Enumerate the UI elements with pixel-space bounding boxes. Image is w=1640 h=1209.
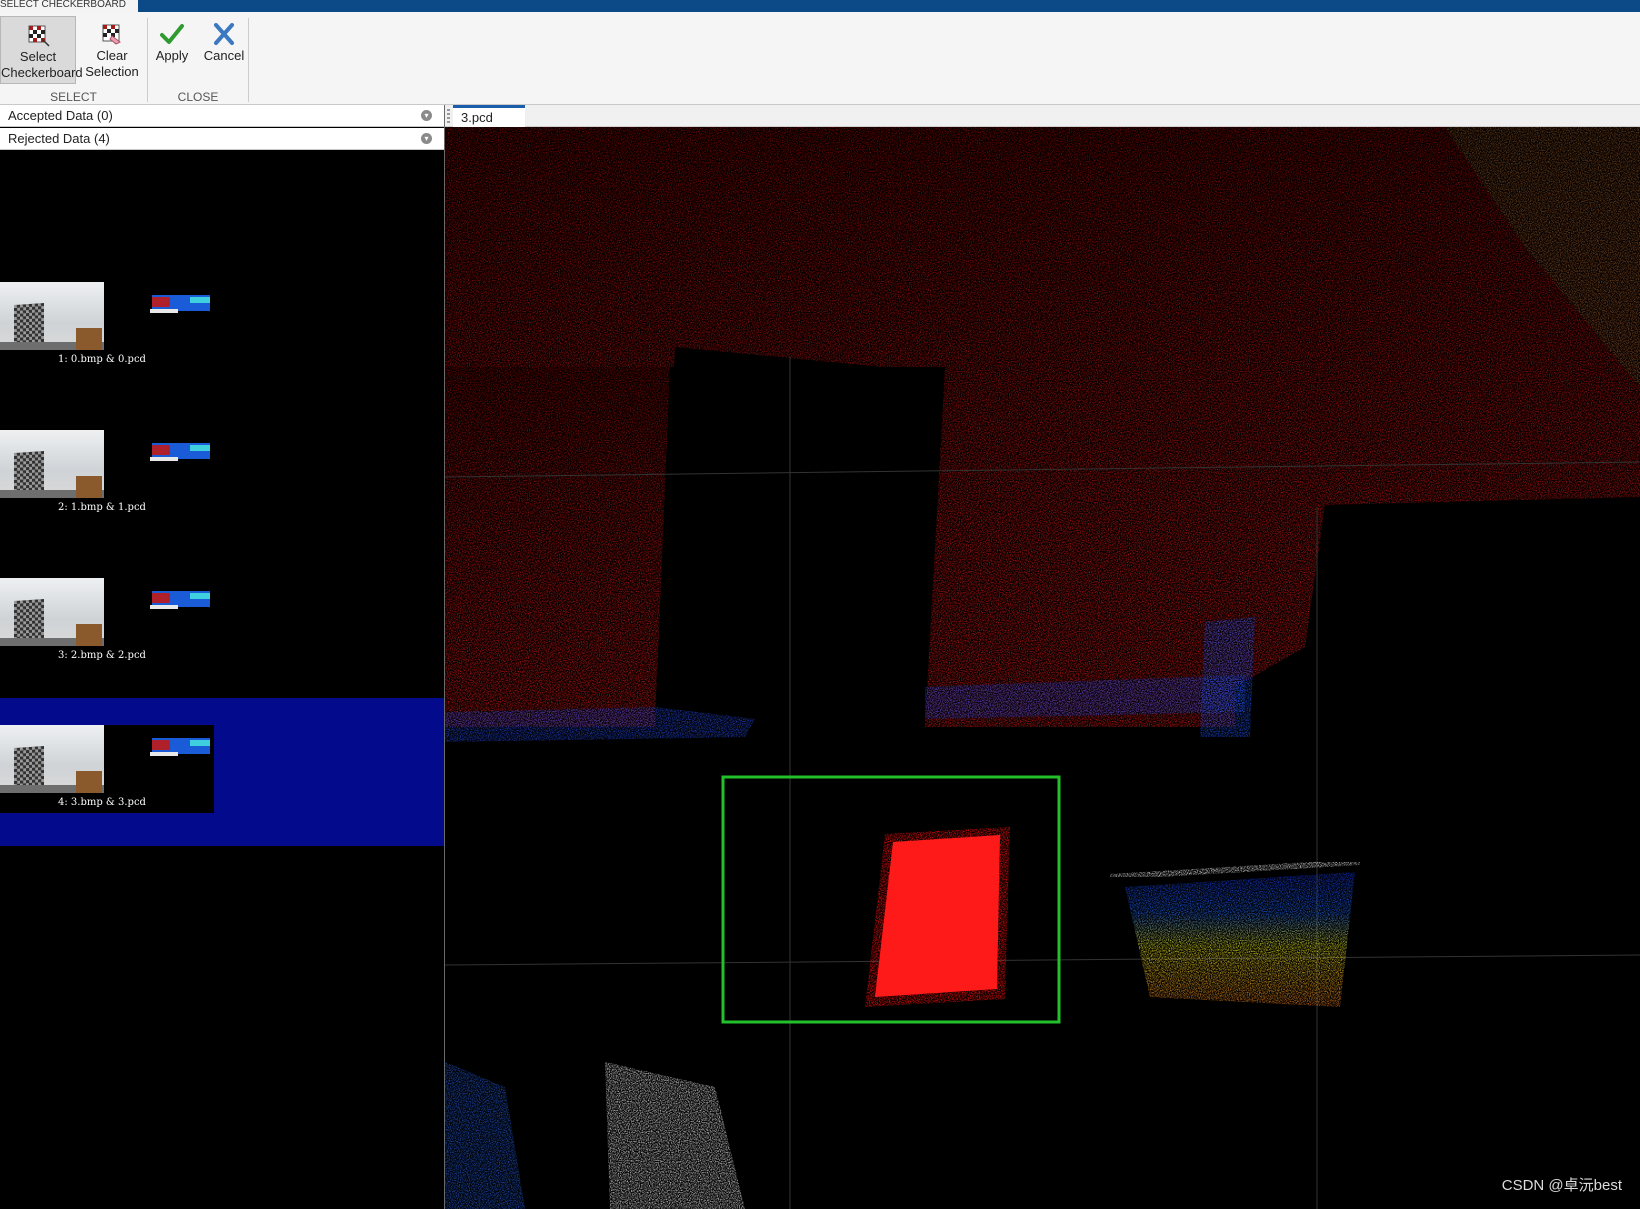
floor-blue-points [445, 1062, 525, 1209]
data-pair-item[interactable]: 3: 2.bmp & 2.pcd [0, 551, 444, 699]
collapse-toggle-icon[interactable]: ▾ [421, 110, 432, 121]
image-thumbnail [0, 430, 104, 498]
apply-label: Apply [155, 48, 189, 63]
accepted-data-header[interactable]: Accepted Data (0) ▾ [0, 105, 444, 127]
select-label-line1: Select [19, 49, 57, 64]
image-thumbnail [0, 578, 104, 646]
floor-white-points [605, 1062, 745, 1209]
item-caption: 2: 1.bmp & 1.pcd [58, 502, 146, 513]
select-group-title: SELECT [50, 90, 97, 104]
checkerboard-clear-icon [102, 24, 121, 45]
drag-grip-icon[interactable] [447, 109, 450, 123]
data-browser-panel: Accepted Data (0) ▾ Rejected Data (4) ▾ … [0, 105, 444, 1209]
image-thumbnail [0, 725, 104, 793]
pointcloud-thumbnail [150, 738, 210, 756]
data-pair-item-selected[interactable]: 4: 3.bmp & 3.pcd [0, 698, 444, 846]
item-caption: 3: 2.bmp & 2.pcd [58, 650, 146, 661]
box-points [1125, 872, 1355, 1007]
checkerboard-select-icon [28, 25, 50, 47]
rejected-data-header[interactable]: Rejected Data (4) ▾ [0, 128, 444, 150]
tab-select-checkerboard[interactable]: SELECT CHECKERBOARD [0, 0, 138, 12]
group-separator [248, 18, 249, 102]
apply-button[interactable]: Apply [148, 16, 196, 74]
item-caption: 1: 0.bmp & 0.pcd [58, 354, 146, 365]
collapse-toggle-icon[interactable]: ▾ [421, 133, 432, 144]
accepted-data-label: Accepted Data (0) [8, 108, 113, 123]
toolstrip: Select Checkerboard Clear Selection Appl… [0, 12, 1640, 105]
data-pair-item[interactable]: 1: 0.bmp & 0.pcd [0, 255, 444, 403]
blue-x-icon [214, 23, 234, 45]
pointcloud-canvas[interactable] [445, 127, 1640, 1209]
wall-points-lower [445, 367, 670, 727]
image-thumbnail [0, 282, 104, 350]
occluded-region [655, 347, 935, 717]
clear-selection-button[interactable]: Clear Selection [80, 16, 144, 84]
viewer-tab-bar: 3.pcd [445, 105, 1640, 127]
pointcloud-thumbnail [150, 443, 210, 461]
rejected-data-label: Rejected Data (4) [8, 131, 110, 146]
clear-label-line1: Clear [96, 48, 128, 63]
green-check-icon [160, 24, 184, 44]
csdn-watermark: CSDN @卓沅best [1501, 1177, 1622, 1194]
cancel-button[interactable]: Cancel [198, 16, 250, 74]
select-label-line2: Checkerboard [1, 65, 83, 80]
tab-3-pcd[interactable]: 3.pcd [453, 105, 525, 127]
checkerboard-points-core [875, 835, 1000, 997]
app-title-strip [0, 0, 1640, 12]
item-caption: 4: 3.bmp & 3.pcd [58, 797, 146, 808]
data-pair-item[interactable]: 2: 1.bmp & 1.pcd [0, 403, 444, 551]
clear-label-line2: Selection [85, 64, 139, 79]
close-group-title: CLOSE [177, 90, 219, 104]
pointcloud-thumbnail [150, 591, 210, 609]
pillar-points [1200, 617, 1255, 737]
select-checkerboard-button[interactable]: Select Checkerboard [0, 16, 83, 84]
pointcloud-viewer[interactable]: CSDN @卓沅best [445, 127, 1640, 1209]
cancel-label: Cancel [203, 48, 245, 63]
pointcloud-thumbnail [150, 295, 210, 313]
